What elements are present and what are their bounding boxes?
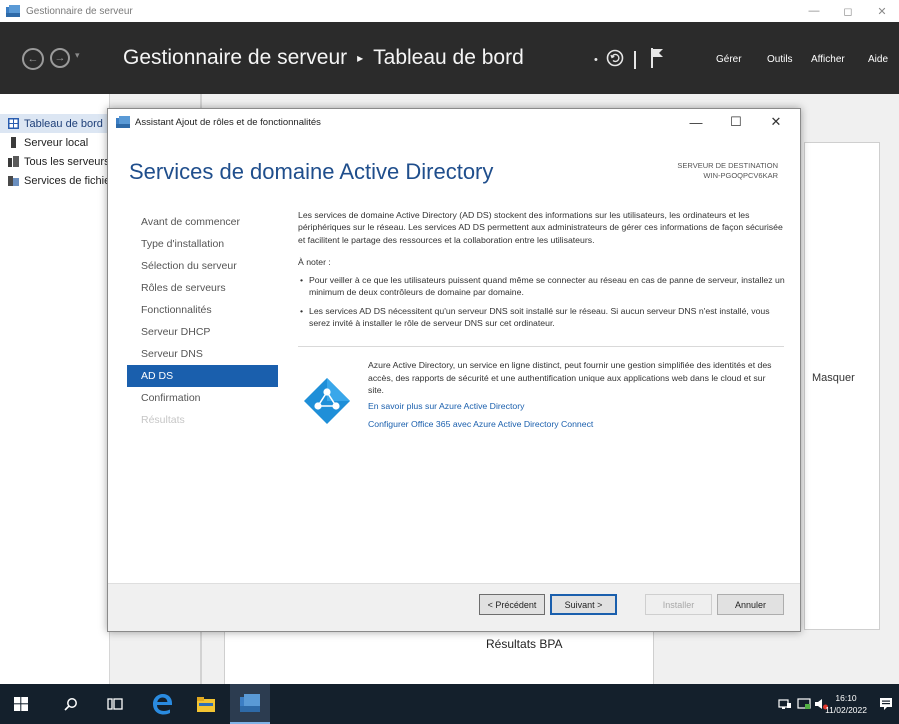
sidebar-item-label: Tous les serveurs [24,155,109,168]
dialog-maximize-button[interactable]: ☐ [716,109,756,135]
sidebar-item-label: Services de fichiers et de stockage [24,174,109,187]
sidebar-item-local-server[interactable]: Serveur local [0,133,109,152]
network-icon[interactable] [776,684,794,724]
step-confirmation[interactable]: Confirmation [127,387,278,409]
content-divider [298,346,784,348]
dashboard-icon [8,118,19,129]
notes-list: • Pour veiller à ce que les utilisateurs … [298,274,788,329]
azure-learn-more-link[interactable]: En savoir plus sur Azure Active Director… [368,400,783,412]
destination-server-label: SERVEUR DE DESTINATION [677,161,778,170]
step-ad-ds[interactable]: AD DS [127,365,278,387]
notification-center-icon[interactable] [876,684,896,724]
step-server-selection[interactable]: Sélection du serveur [127,255,278,277]
file-explorer-icon[interactable] [193,684,219,724]
step-features[interactable]: Fonctionnalités [127,299,278,321]
step-dhcp-server[interactable]: Serveur DHCP [127,321,278,343]
cancel-button[interactable]: Annuler [717,594,784,615]
notifications-flag-icon[interactable] [650,48,664,71]
list-item: • Pour veiller à ce que les utilisateurs … [300,275,785,298]
dashboard-tile-bottom [224,628,654,688]
sidebar-item-label: Serveur local [24,136,89,149]
sidebar-item-file-services[interactable]: Services de fichiers et de stockage [0,171,109,190]
breadcrumb-app: Gestionnaire de serveur [123,46,348,69]
breadcrumb: Gestionnaire de serveur ▸ Tableau de bor… [123,46,524,70]
azure-ad-panel: Azure Active Directory, un service en li… [298,359,788,449]
breadcrumb-separator: ▸ [357,51,364,65]
list-item: • Les services AD DS nécessitent qu'un se… [300,305,770,329]
sidebar-item-all-servers[interactable]: Tous les serveurs [0,152,109,171]
breadcrumb-page: Tableau de bord [373,46,524,69]
edge-browser-icon[interactable] [147,684,177,724]
dialog-footer: < Précédent Suivant > Installer Annuler [108,583,800,631]
sidebar-item-label: Tableau de bord [24,117,103,130]
office365-azure-connect-link[interactable]: Configurer Office 365 avec Azure Active … [368,418,783,430]
destination-server: SERVEUR DE DESTINATION WIN-PGOQPCV6KAR [677,161,778,181]
tray-app-icon[interactable] [795,684,813,724]
dashboard-tile-right [804,142,880,630]
install-button: Installer [645,594,712,615]
step-server-roles[interactable]: Rôles de serveurs [127,277,278,299]
system-clock[interactable]: 16:10 11/02/2022 [825,692,867,716]
toolbar-separator [633,50,636,69]
note-text: Pour veiller à ce que les utilisateurs p… [309,275,785,298]
note-label: À noter : [298,256,331,267]
note-text: Les services AD DS nécessitent qu'un ser… [309,305,770,329]
history-dropdown-icon[interactable]: ▾ [75,50,80,61]
server-manager-app-icon [6,5,20,17]
clock-date: 11/02/2022 [825,705,867,715]
wizard-steps: Avant de commencer Type d'installation S… [127,211,278,431]
server-manager-taskbar-icon[interactable] [230,684,270,724]
bpa-results-label[interactable]: Résultats BPA [486,637,562,651]
task-view-icon[interactable] [102,684,128,724]
step-before-you-begin[interactable]: Avant de commencer [127,211,278,233]
page-title: Services de domaine Active Directory [129,159,494,184]
clock-time: 16:10 [835,693,857,703]
outer-title-bar: Gestionnaire de serveur — ◻ ✕ [0,0,899,22]
hide-link[interactable]: Masquer [812,372,855,384]
servers-icon [8,156,19,167]
server-manager-header: ← → ▾ Gestionnaire de serveur ▸ Tableau … [0,22,899,94]
file-services-icon [8,175,19,186]
azure-active-directory-icon [302,376,352,426]
sidebar-item-dashboard[interactable]: Tableau de bord [0,114,109,133]
step-dns-server[interactable]: Serveur DNS [127,343,278,365]
destination-server-name: WIN-PGOQPCV6KAR [703,171,778,180]
search-icon[interactable] [58,684,84,724]
forward-arrow-icon[interactable]: → [50,48,70,68]
intro-paragraph: Les services de domaine Active Directory… [298,210,783,245]
taskbar: 16:10 11/02/2022 [0,684,899,724]
sidebar: Tableau de bord Serveur local Tous les s… [0,94,110,684]
add-roles-wizard-dialog: Assistant Ajout de rôles et de fonctionn… [107,108,801,632]
menu-manage[interactable]: Gérer [716,54,742,65]
dialog-minimize-button[interactable]: — [676,109,716,135]
close-button[interactable]: ✕ [865,0,899,22]
step-results: Résultats [141,414,185,426]
restore-button[interactable]: ◻ [831,0,865,22]
server-icon [8,137,19,148]
refresh-dropdown-icon[interactable]: • [594,54,598,66]
step-installation-type[interactable]: Type d'installation [127,233,278,255]
next-button[interactable]: Suivant > [550,594,617,615]
back-arrow-icon[interactable]: ← [22,48,44,70]
wizard-app-icon [116,116,130,128]
dialog-title-bar: Assistant Ajout de rôles et de fonctionn… [108,109,800,135]
refresh-icon[interactable] [606,49,624,70]
window-title: Gestionnaire de serveur [26,5,133,17]
menu-help[interactable]: Aide [868,54,888,65]
menu-tools[interactable]: Outils [767,54,793,65]
azure-description: Azure Active Directory, un service en li… [368,360,772,395]
start-windows-icon[interactable] [8,684,34,724]
menu-view[interactable]: Afficher [811,54,845,65]
minimize-button[interactable]: — [797,0,831,22]
dialog-title: Assistant Ajout de rôles et de fonctionn… [135,116,321,128]
dialog-close-button[interactable]: ✕ [756,109,796,135]
previous-button[interactable]: < Précédent [479,594,545,615]
wizard-content: Les services de domaine Active Directory… [298,209,788,449]
